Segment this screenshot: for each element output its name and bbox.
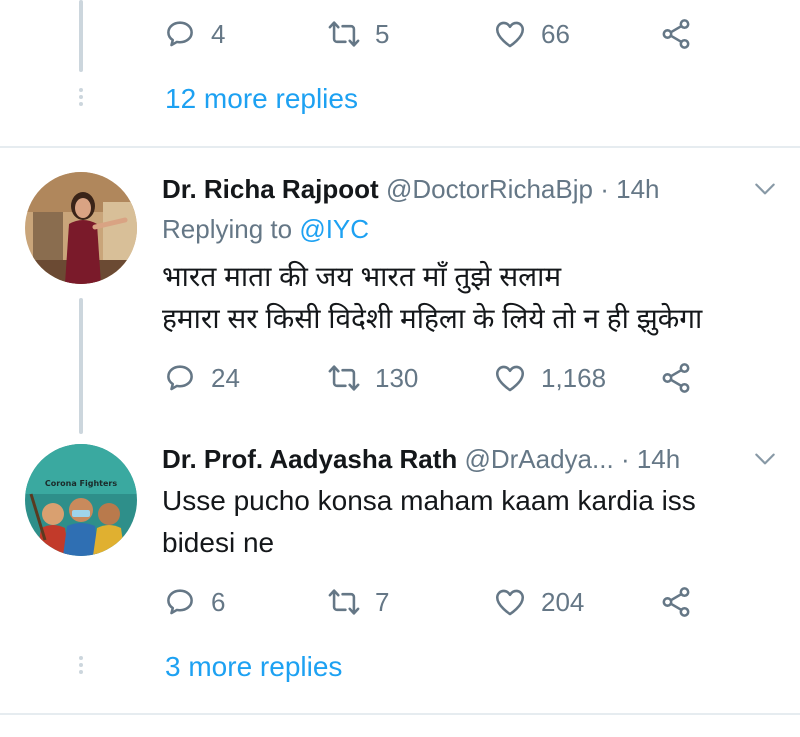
- share-icon: [662, 363, 690, 393]
- like-icon: [495, 589, 525, 616]
- reply-button[interactable]: 24: [163, 358, 240, 398]
- tweet-text-line: हमारा सर किसी विदेशी महिला के लिये तो न …: [162, 303, 703, 334]
- avatar[interactable]: Corona Fighters: [25, 444, 137, 556]
- reply-button[interactable]: 6: [163, 582, 225, 622]
- reply-icon: [167, 365, 193, 391]
- display-name[interactable]: Dr. Prof. Aadyasha Rath: [162, 444, 457, 474]
- tweet-actions: 6 7 204: [163, 582, 723, 622]
- reply-count: 24: [211, 362, 240, 393]
- reply-count: 6: [211, 586, 226, 617]
- like-count: 66: [541, 18, 570, 49]
- tweet-text-line: Usse pucho konsa maham kaam kardia iss: [162, 485, 696, 516]
- retweet-icon: [328, 589, 360, 615]
- avatar[interactable]: [25, 172, 137, 284]
- tweet-actions-top: 4 5 66: [163, 14, 723, 54]
- avatar-caption: Corona Fighters: [45, 479, 118, 488]
- tweet-header: Dr. Richa Rajpoot @DoctorRichaBjp · 14h: [162, 174, 660, 205]
- chevron-down-icon[interactable]: [752, 446, 778, 472]
- thread-dots: [79, 88, 83, 109]
- tweet-text: भारत माता की जय भारत माँ तुझे सलाम हमारा…: [162, 256, 702, 340]
- like-icon: [495, 365, 525, 392]
- like-count: 204: [541, 586, 585, 617]
- share-button[interactable]: [659, 14, 707, 54]
- retweet-button[interactable]: 130: [327, 358, 418, 398]
- like-button[interactable]: 204: [493, 582, 584, 622]
- more-replies-link[interactable]: 3 more replies: [165, 651, 342, 683]
- like-icon: [495, 21, 525, 48]
- retweet-button[interactable]: 5: [327, 14, 389, 54]
- replying-prefix: Replying to: [162, 214, 293, 244]
- divider: [0, 146, 800, 148]
- reply-count: 4: [211, 18, 226, 49]
- reply-icon: [167, 21, 193, 47]
- user-handle[interactable]: @DoctorRichaBjp: [386, 174, 593, 204]
- replying-to: Replying to @IYC: [162, 214, 369, 245]
- thread-line: [79, 0, 83, 72]
- replying-handle-link[interactable]: @IYC: [299, 214, 369, 244]
- tweet-text: Usse pucho konsa maham kaam kardia iss b…: [162, 480, 696, 564]
- share-icon: [662, 587, 690, 617]
- tweet-text-line: bidesi ne: [162, 527, 275, 558]
- reply-icon: [167, 589, 193, 615]
- more-replies-link[interactable]: 12 more replies: [165, 83, 358, 115]
- like-count: 1,168: [541, 362, 607, 393]
- share-button[interactable]: [659, 582, 707, 622]
- tweet-text-line: भारत माता की जय भारत माँ तुझे सलाम: [162, 261, 562, 292]
- divider: [0, 713, 800, 715]
- retweet-icon: [328, 365, 360, 391]
- retweet-icon: [328, 21, 360, 47]
- reply-button[interactable]: 4: [163, 14, 225, 54]
- retweet-count: 7: [375, 586, 390, 617]
- thread-dots: [79, 656, 83, 677]
- thread-line: [79, 298, 83, 434]
- retweet-count: 130: [375, 362, 419, 393]
- share-button[interactable]: [659, 358, 707, 398]
- retweet-button[interactable]: 7: [327, 582, 389, 622]
- like-button[interactable]: 1,168: [493, 358, 606, 398]
- share-icon: [662, 19, 690, 49]
- separator-dot: ·: [620, 444, 630, 474]
- like-button[interactable]: 66: [493, 14, 570, 54]
- timestamp[interactable]: 14h: [616, 174, 659, 204]
- tweet-header: Dr. Prof. Aadyasha Rath @DrAadya... · 14…: [162, 444, 680, 475]
- user-handle[interactable]: @DrAadya...: [464, 444, 613, 474]
- timestamp[interactable]: 14h: [637, 444, 680, 474]
- retweet-count: 5: [375, 18, 390, 49]
- display-name[interactable]: Dr. Richa Rajpoot: [162, 174, 379, 204]
- tweet-actions: 24 130 1,168: [163, 358, 723, 398]
- separator-dot: ·: [600, 174, 609, 204]
- chevron-down-icon[interactable]: [752, 176, 778, 202]
